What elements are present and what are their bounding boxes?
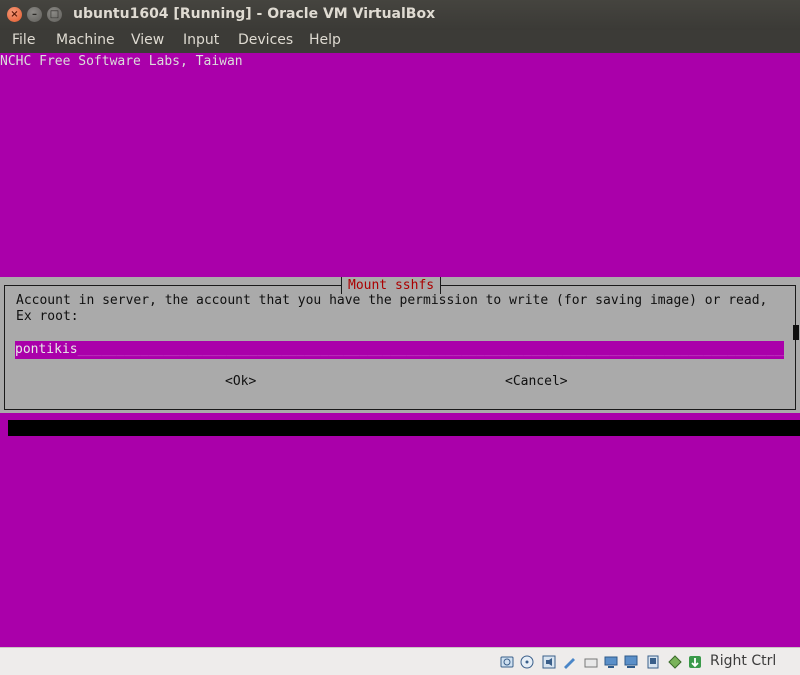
prompt-line-2: Ex root: xyxy=(16,309,79,324)
mouse-integration-icon[interactable] xyxy=(688,655,702,669)
menu-file[interactable]: File xyxy=(12,32,35,48)
dialog-shadow xyxy=(8,420,800,436)
window-minimize-button[interactable]: – xyxy=(27,7,42,22)
dialog-title: Mount sshfs xyxy=(341,277,442,294)
audio-icon[interactable] xyxy=(542,655,556,669)
cpu-icon[interactable] xyxy=(668,655,682,669)
dialog-prompt: Account in server, the account that you … xyxy=(16,293,767,325)
prompt-line-1: Account in server, the account that you … xyxy=(16,293,768,308)
video-capture-icon[interactable] xyxy=(646,655,660,669)
menu-input[interactable]: Input xyxy=(183,32,219,48)
hard-disk-icon[interactable] xyxy=(500,655,514,669)
window-title-bar[interactable]: × – □ ubuntu1604 [Running] - Oracle VM V… xyxy=(0,0,800,30)
cancel-button[interactable]: <Cancel> xyxy=(505,374,568,389)
account-input[interactable]: pontikis________________________________… xyxy=(15,341,784,359)
backtitle: NCHC Free Software Labs, Taiwan xyxy=(0,54,243,69)
menu-devices[interactable]: Devices xyxy=(238,32,293,48)
status-bar: Right Ctrl xyxy=(0,647,800,675)
mount-sshfs-dialog: Mount sshfs Account in server, the accou… xyxy=(0,277,800,413)
scroll-indicator xyxy=(793,325,799,340)
window-close-button[interactable]: × xyxy=(7,7,22,22)
vm-display[interactable]: NCHC Free Software Labs, Taiwan Mount ss… xyxy=(0,53,800,647)
network-icon[interactable] xyxy=(562,655,576,669)
ok-button[interactable]: <Ok> xyxy=(225,374,256,389)
host-key-label: Right Ctrl xyxy=(710,653,777,669)
menu-help[interactable]: Help xyxy=(309,32,341,48)
optical-drive-icon[interactable] xyxy=(520,655,534,669)
window-maximize-button[interactable]: □ xyxy=(47,7,62,22)
shared-folders-icon[interactable] xyxy=(604,655,618,669)
usb-icon[interactable] xyxy=(584,655,598,669)
display-icon[interactable] xyxy=(624,655,638,669)
menu-machine[interactable]: Machine xyxy=(56,32,115,48)
menu-bar: File Machine View Input Devices Help xyxy=(0,30,800,53)
account-input-value: pontikis xyxy=(15,342,78,357)
input-fill: ________________________________________… xyxy=(77,342,784,357)
menu-view[interactable]: View xyxy=(131,32,164,48)
window-title: ubuntu1604 [Running] - Oracle VM Virtual… xyxy=(73,6,436,22)
